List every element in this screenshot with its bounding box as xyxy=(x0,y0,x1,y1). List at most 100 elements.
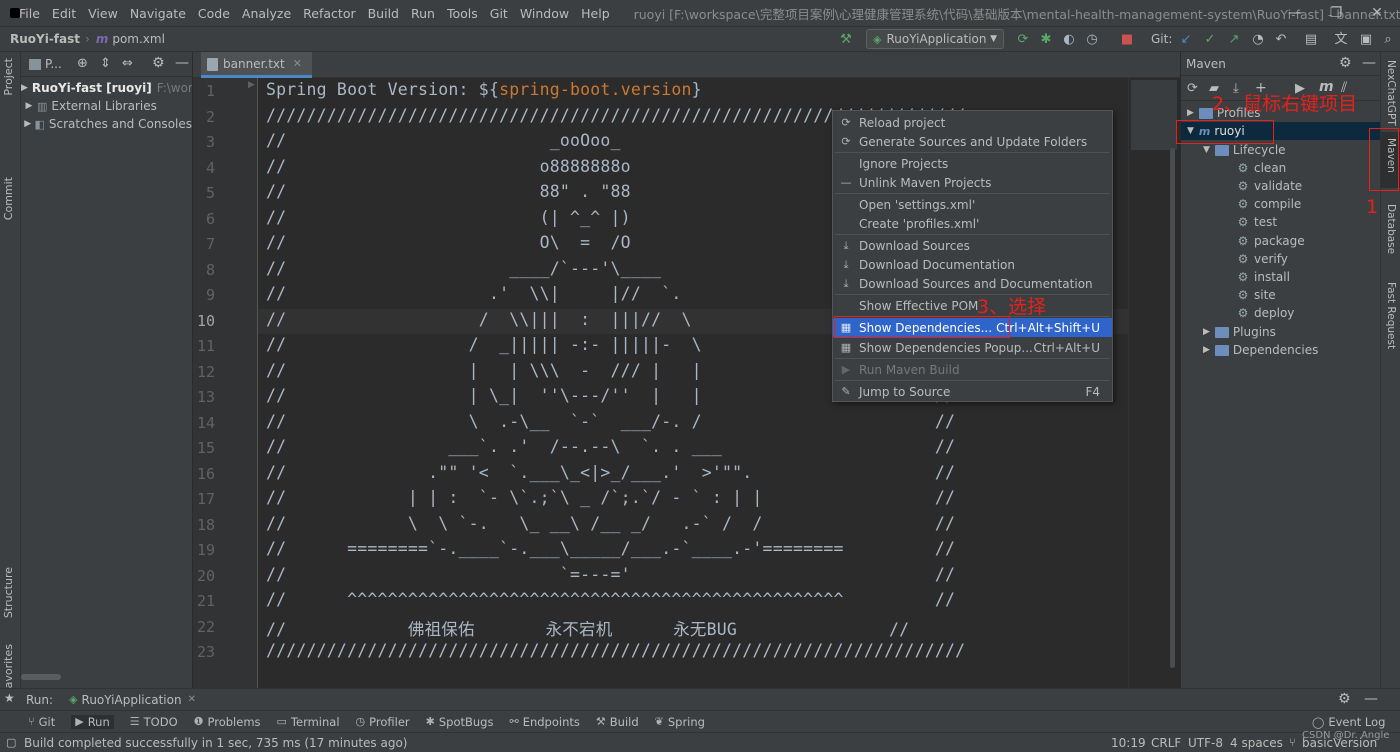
horizontal-scrollbar[interactable] xyxy=(21,674,61,680)
search-everywhere-icon[interactable]: ⌕ xyxy=(1380,32,1396,48)
tool-profiler[interactable]: ◷ Profiler xyxy=(356,715,410,729)
tree-item-plugins[interactable]: ▶ Plugins xyxy=(1203,323,1276,341)
menu-item-open-settings-xml[interactable]: Open 'settings.xml' xyxy=(833,195,1112,214)
rerun-icon[interactable]: ⟳ xyxy=(1015,32,1031,48)
build-hammer-icon[interactable]: ⚒ xyxy=(838,32,854,48)
menu-refactor[interactable]: Refactor xyxy=(297,0,361,27)
chevron-right-icon[interactable]: ▶ xyxy=(1187,108,1194,118)
goal-deploy[interactable]: ⚙ deploy xyxy=(1237,304,1295,322)
tool-spotbugs[interactable]: ✱ SpotBugs xyxy=(426,715,494,729)
locate-icon[interactable]: ⊕ xyxy=(77,56,88,71)
goal-compile[interactable]: ⚙ compile xyxy=(1237,195,1302,213)
menu-run[interactable]: Run xyxy=(405,0,441,27)
fold-marker-icon[interactable]: ▶ xyxy=(248,80,255,90)
goal-package[interactable]: ⚙ package xyxy=(1237,232,1305,250)
tool-terminal[interactable]: ▭ Terminal xyxy=(277,715,340,729)
menu-item-download-documentation[interactable]: ⤓ Download Documentation xyxy=(833,255,1112,274)
menu-item-jump-to-source[interactable]: ✎ Jump to Source F4 xyxy=(833,382,1112,401)
menu-build[interactable]: Build xyxy=(362,0,405,27)
expand-all-icon[interactable]: ⇕ xyxy=(100,56,111,71)
git-history-icon[interactable]: ◔ xyxy=(1250,32,1266,48)
chevron-right-icon[interactable]: ▶ xyxy=(1203,345,1210,355)
tree-item-external-libraries[interactable]: ▶ ▥ External Libraries xyxy=(21,97,192,115)
breadcrumb-project[interactable]: RuoYi-fast xyxy=(0,32,80,46)
project-view-select[interactable]: P... xyxy=(45,57,62,71)
hide-panel-icon[interactable]: — xyxy=(1364,691,1378,707)
tree-item-scratches[interactable]: ▶ ◧ Scratches and Consoles xyxy=(21,115,192,133)
goal-verify[interactable]: ⚙ verify xyxy=(1237,250,1288,268)
chevron-right-icon[interactable]: ▶ xyxy=(1203,327,1210,337)
git-push-icon[interactable]: ↗ xyxy=(1226,32,1242,48)
reload-all-icon[interactable]: ⟳ xyxy=(1187,81,1198,96)
chevron-down-icon[interactable]: ▼ xyxy=(1203,145,1210,155)
menu-item-ignore-projects[interactable]: Ignore Projects xyxy=(833,154,1112,173)
project-structure-icon[interactable]: ▤ xyxy=(1303,32,1319,48)
hide-panel-icon[interactable]: — xyxy=(1362,55,1376,71)
editor-minimap[interactable]: ✓ xyxy=(1128,78,1180,688)
menu-item-show-dependencies-popup[interactable]: ▦ Show Dependencies Popup... Ctrl+Alt+U xyxy=(833,338,1112,357)
menu-analyze[interactable]: Analyze xyxy=(236,0,297,27)
menu-help[interactable]: Help xyxy=(575,0,616,27)
run-config-tab[interactable]: RuoYiApplication xyxy=(82,693,182,707)
stop-icon[interactable]: ■ xyxy=(1119,32,1135,48)
tool-run[interactable]: ▶ Run xyxy=(71,714,114,729)
tab-structure[interactable]: Structure xyxy=(2,567,15,618)
tool-todo[interactable]: ☰ TODO xyxy=(130,715,178,729)
tool-build[interactable]: ⚒ Build xyxy=(596,715,639,729)
tree-item-ruoyi-fast[interactable]: ▶ RuoYi-fast [ruoyi] F:\worl xyxy=(21,79,192,97)
tool-spring[interactable]: ❦ Spring xyxy=(655,715,705,729)
status-checkbox-icon[interactable]: ▢ xyxy=(6,736,16,749)
tool-problems[interactable]: ❶ Problems xyxy=(194,715,261,729)
close-tab-icon[interactable]: ✕ xyxy=(188,694,196,705)
hide-panel-icon[interactable]: — xyxy=(175,55,189,71)
menu-item-show-effective-pom[interactable]: Show Effective POM xyxy=(833,296,1112,315)
status-message[interactable]: Build completed successfully in 1 sec, 7… xyxy=(24,736,407,750)
gear-icon[interactable]: ⚙ xyxy=(1338,691,1351,707)
caret-position[interactable]: 10:19 xyxy=(1111,736,1146,750)
tab-favorites[interactable]: Favorites xyxy=(2,644,15,694)
goal-install[interactable]: ⚙ install xyxy=(1237,268,1290,286)
coverage-icon[interactable]: ◐ xyxy=(1061,32,1077,48)
close-tab-icon[interactable]: ✕ xyxy=(293,57,302,70)
chevron-right-icon[interactable]: ▶ xyxy=(21,119,34,129)
translate-icon[interactable]: 文 xyxy=(1333,32,1349,48)
chevron-right-icon[interactable]: ▶ xyxy=(21,83,28,93)
collapse-all-icon[interactable]: ⇔ xyxy=(122,56,133,71)
line-separator[interactable]: CRLF xyxy=(1151,736,1181,750)
file-encoding[interactable]: UTF-8 xyxy=(1188,736,1223,750)
tab-banner-txt[interactable]: banner.txt ✕ xyxy=(201,52,312,78)
git-rollback-icon[interactable]: ↶ xyxy=(1273,32,1289,48)
vertical-scrollbar[interactable] xyxy=(1170,148,1175,668)
menu-git[interactable]: Git xyxy=(484,0,514,27)
gear-icon[interactable]: ⚙ xyxy=(1339,55,1352,71)
git-update-icon[interactable]: ↙ xyxy=(1178,32,1194,48)
indent-setting[interactable]: 4 spaces xyxy=(1230,736,1283,750)
menu-window[interactable]: Window xyxy=(514,0,575,27)
tab-nexchatgpt[interactable]: NexChatGPT xyxy=(1385,60,1397,126)
menu-item-download-sources-and-docs[interactable]: ⤓ Download Sources and Documentation xyxy=(833,274,1112,293)
run-configuration-select[interactable]: ◈ RuoYiApplication ▼ xyxy=(866,29,1004,49)
maximize-button[interactable]: ❐ xyxy=(1313,0,1359,27)
tool-endpoints[interactable]: ⚯ Endpoints xyxy=(509,715,579,729)
menu-tools[interactable]: Tools xyxy=(441,0,484,27)
menu-view[interactable]: View xyxy=(82,0,124,27)
menu-item-reload-project[interactable]: ⟳ Reload project xyxy=(833,113,1112,132)
debug-icon[interactable]: ✱ xyxy=(1038,32,1054,48)
menu-item-unlink-maven-projects[interactable]: — Unlink Maven Projects xyxy=(833,173,1112,192)
tab-project[interactable]: Project xyxy=(2,58,15,96)
tab-database[interactable]: Database xyxy=(1385,204,1397,254)
chevron-right-icon[interactable]: ▶ xyxy=(21,101,37,111)
settings-window-icon[interactable]: ▣ xyxy=(1358,32,1374,48)
menu-navigate[interactable]: Navigate xyxy=(124,0,192,27)
tab-commit[interactable]: Commit xyxy=(2,177,15,220)
menu-item-create-profiles-xml[interactable]: Create 'profiles.xml' xyxy=(833,214,1112,233)
goal-test[interactable]: ⚙ test xyxy=(1237,213,1277,231)
gear-icon[interactable]: ⚙ xyxy=(152,55,165,71)
goal-clean[interactable]: ⚙ clean xyxy=(1237,159,1287,177)
menu-edit[interactable]: Edit xyxy=(46,0,82,27)
minimap-preview[interactable] xyxy=(1131,80,1177,150)
menu-code[interactable]: Code xyxy=(192,0,236,27)
git-commit-icon[interactable]: ✓ xyxy=(1202,32,1218,48)
tool-git[interactable]: ⑂ Git xyxy=(28,715,55,729)
favorites-star-icon[interactable]: ★ xyxy=(4,691,15,705)
